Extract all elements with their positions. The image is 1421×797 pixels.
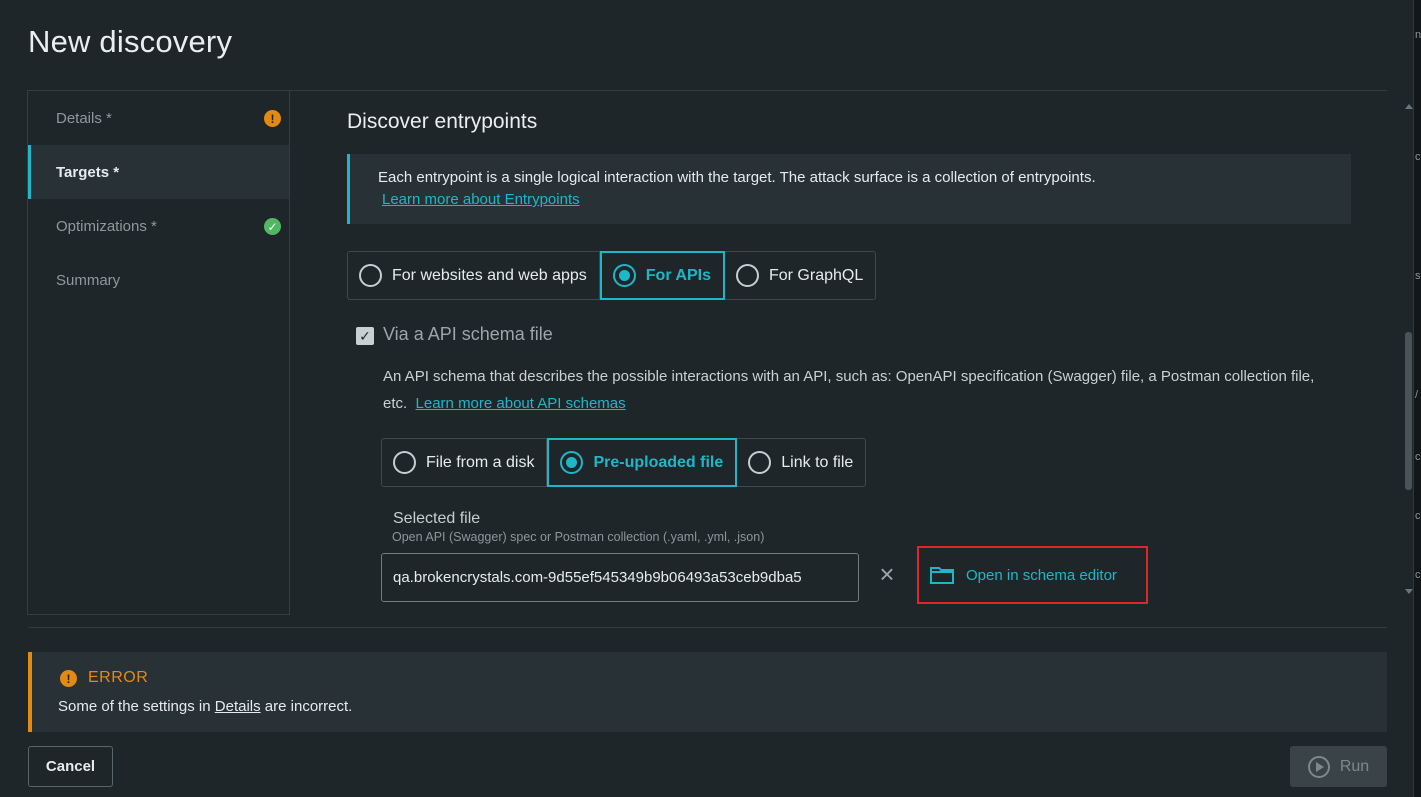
sidebar-item-optimizations[interactable]: Optimizations * ✓	[28, 199, 289, 253]
api-schemas-learn-more-link[interactable]: Learn more about API schemas	[416, 395, 626, 412]
warning-icon: !	[60, 670, 77, 687]
details-link[interactable]: Details	[215, 698, 261, 715]
sidebar-item-details[interactable]: Details * !	[28, 91, 289, 145]
cancel-button[interactable]: Cancel	[28, 746, 113, 787]
background-window-edge: n c s / c c c	[1414, 0, 1421, 797]
sidebar-item-label: Summary	[56, 271, 121, 289]
selected-file-field[interactable]	[381, 553, 859, 602]
file-source-disk-option[interactable]: File from a disk	[382, 439, 548, 486]
sidebar-item-label: Optimizations *	[56, 217, 157, 235]
target-type-selector: For websites and web apps For APIs For G…	[347, 251, 877, 300]
radio-icon	[748, 451, 772, 474]
sidebar-item-summary[interactable]: Summary	[28, 253, 289, 307]
radio-icon	[359, 264, 382, 287]
sidebar-item-label: Details *	[56, 109, 112, 127]
folder-icon	[930, 567, 954, 584]
selected-file-hint: Open API (Swagger) spec or Postman colle…	[392, 530, 765, 544]
radio-icon	[735, 264, 759, 287]
scroll-down-arrow-icon[interactable]	[1405, 589, 1413, 594]
option-label: File from a disk	[426, 453, 535, 471]
option-label: For websites and web apps	[392, 266, 587, 284]
close-icon: ×	[879, 559, 895, 589]
option-label: For APIs	[645, 266, 711, 284]
clear-file-button[interactable]: ×	[875, 561, 899, 587]
section-title: Discover entrypoints	[347, 110, 538, 133]
button-label: Run	[1339, 757, 1370, 775]
play-icon	[1307, 755, 1330, 778]
selected-file-label: Selected file	[393, 510, 481, 527]
divider	[28, 627, 1387, 628]
check-circle-icon: ✓	[264, 218, 281, 235]
target-type-apis-option[interactable]: For APIs	[599, 251, 725, 300]
file-source-preuploaded-option[interactable]: Pre-uploaded file	[547, 438, 738, 487]
button-label: Open in schema editor	[966, 566, 1117, 584]
api-schema-checkbox[interactable]: ✓	[356, 327, 374, 345]
warning-icon: !	[264, 110, 281, 127]
radio-selected-icon	[560, 451, 584, 474]
wizard-sidebar: Details * ! Targets * Optimizations * ✓ …	[27, 90, 290, 615]
option-label: Link to file	[781, 453, 854, 471]
info-banner: Each entrypoint is a single logical inte…	[347, 154, 1351, 224]
error-text: Some of the settings in	[58, 698, 215, 715]
option-label: For GraphQL	[768, 266, 864, 284]
error-message: Some of the settings in Details are inco…	[58, 698, 352, 715]
scroll-up-arrow-icon[interactable]	[1405, 104, 1413, 109]
scrollbar-thumb[interactable]	[1405, 332, 1412, 490]
new-discovery-dialog: New discovery Details * ! Targets * Opti…	[0, 0, 1414, 797]
sidebar-item-label: Targets *	[56, 163, 120, 181]
option-label: Pre-uploaded file	[593, 453, 724, 471]
sidebar-item-targets[interactable]: Targets *	[28, 145, 289, 199]
run-button[interactable]: Run	[1290, 746, 1387, 787]
radio-selected-icon	[612, 264, 636, 287]
divider	[290, 90, 1387, 91]
file-source-link-option[interactable]: Link to file	[737, 439, 865, 486]
target-type-graphql-option[interactable]: For GraphQL	[725, 252, 875, 299]
target-type-websites-option[interactable]: For websites and web apps	[348, 252, 600, 299]
info-text: Each entrypoint is a single logical inte…	[378, 169, 1096, 186]
dialog-title: New discovery	[28, 24, 233, 59]
api-schema-checkbox-label: Via a API schema file	[383, 324, 553, 344]
open-schema-editor-button[interactable]: Open in schema editor	[917, 546, 1148, 604]
error-title: ERROR	[88, 669, 149, 686]
file-source-selector: File from a disk Pre-uploaded file Link …	[381, 438, 867, 487]
error-text: are incorrect.	[260, 698, 353, 715]
api-schema-description: An API schema that describes the possibl…	[383, 363, 1333, 417]
error-banner: ! ERROR Some of the settings in Details …	[28, 652, 1387, 732]
radio-icon	[393, 451, 416, 474]
entrypoints-learn-more-link[interactable]: Learn more about Entrypoints	[382, 191, 580, 208]
